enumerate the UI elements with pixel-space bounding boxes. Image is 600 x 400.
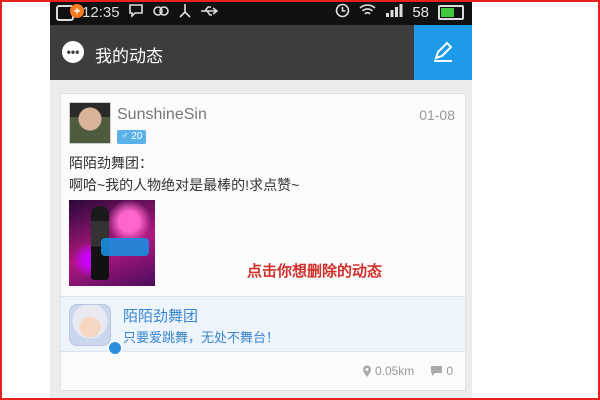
post-image[interactable] xyxy=(69,200,155,286)
location-pin-icon xyxy=(362,365,371,377)
signal-icon xyxy=(385,4,403,21)
comments[interactable]: 0 xyxy=(430,364,453,378)
phone-screen: + 12:35 58 ••• 我的动态 SunshineSin ♂ 20 01-… xyxy=(50,0,472,400)
shared-app-box[interactable]: 陌陌劲舞团 只要爱跳舞，无处不舞台！ xyxy=(61,296,465,355)
wifi-icon xyxy=(359,4,376,21)
post-footer: 0.05km 0 xyxy=(362,364,453,378)
link-icon xyxy=(152,4,170,22)
post-username[interactable]: SunshineSin xyxy=(117,106,207,124)
battery-level: 58 xyxy=(412,4,429,21)
post-card[interactable]: SunshineSin ♂ 20 01-08 陌陌劲舞团： 啊哈~我的人物绝对是… xyxy=(60,93,466,391)
clock-icon xyxy=(335,3,350,22)
post-line-2: 啊哈~我的人物绝对是最棒的!求点赞~ xyxy=(69,177,300,193)
app-icon[interactable] xyxy=(69,304,122,355)
gender-age-badge: ♂ 20 xyxy=(117,130,147,144)
comment-count: 0 xyxy=(446,364,453,378)
chat-icon xyxy=(128,3,144,22)
distance: 0.05km xyxy=(362,364,414,378)
app-plus-icon: + xyxy=(56,3,84,21)
share-icon xyxy=(178,3,192,22)
chat-bubble-icon: ••• xyxy=(62,41,84,63)
shared-app-slogan: 只要爱跳舞，无处不舞台！ xyxy=(123,330,280,345)
battery-icon xyxy=(438,5,464,20)
app-badge-icon xyxy=(108,341,122,355)
app-header: ••• 我的动态 xyxy=(50,25,472,80)
usb-icon xyxy=(200,4,218,21)
pencil-icon xyxy=(434,41,453,62)
instruction-annotation: 点击你想删除的动态 xyxy=(247,263,383,280)
game-logo xyxy=(101,238,149,256)
compose-button[interactable] xyxy=(414,25,472,80)
distance-value: 0.05km xyxy=(374,364,415,378)
shared-app-name[interactable]: 陌陌劲舞团 xyxy=(123,305,198,326)
comment-icon xyxy=(431,366,443,376)
post-line-1: 陌陌劲舞团： xyxy=(69,155,153,171)
avatar[interactable] xyxy=(69,102,111,144)
page-title: 我的动态 xyxy=(95,47,163,66)
post-text: 陌陌劲舞团： 啊哈~我的人物绝对是最棒的!求点赞~ xyxy=(69,152,299,196)
post-date: 01-08 xyxy=(419,107,455,123)
status-time: 12:35 xyxy=(82,4,120,21)
status-bar: + 12:35 58 xyxy=(50,0,472,25)
